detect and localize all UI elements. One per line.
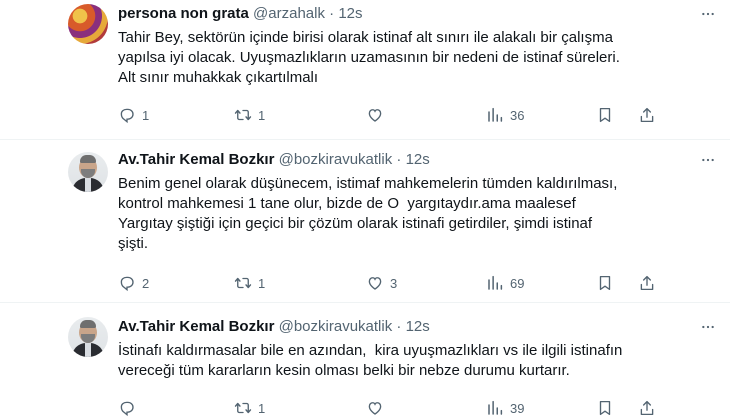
bookmark-button[interactable] <box>596 398 614 418</box>
like-count: 3 <box>390 275 398 291</box>
display-name[interactable]: Av.Tahir Kemal Bozkır <box>118 151 274 168</box>
tweet-actions: 2 1 3 69 <box>118 273 664 293</box>
timestamp[interactable]: 12s <box>406 151 430 168</box>
tweet-text: Tahir Bey, sektörün içinde birisi olarak… <box>118 29 620 86</box>
views-icon <box>486 399 504 417</box>
reply-count: 1 <box>142 107 150 123</box>
share-button[interactable] <box>638 398 656 418</box>
share-icon <box>638 106 656 124</box>
avatar[interactable] <box>68 152 108 192</box>
heart-icon <box>366 274 384 292</box>
separator-dot: · <box>329 5 335 22</box>
separator-dot: · <box>396 318 402 335</box>
tweet[interactable]: Av.Tahir Kemal Bozkır @bozkiravukatlik ·… <box>0 303 730 420</box>
share-icon <box>638 399 656 417</box>
like-button[interactable]: 3 <box>366 273 397 293</box>
view-count: 39 <box>510 400 525 416</box>
more-icon[interactable] <box>700 319 716 335</box>
display-name[interactable]: Av.Tahir Kemal Bozkır <box>118 318 274 335</box>
like-button[interactable] <box>366 398 390 418</box>
reply-icon <box>118 106 136 124</box>
avatar[interactable] <box>68 4 108 44</box>
retweet-icon <box>234 399 252 417</box>
tweet-header: Av.Tahir Kemal Bozkır @bozkiravukatlik ·… <box>118 317 430 337</box>
views-icon <box>486 274 504 292</box>
retweet-count: 1 <box>258 400 266 416</box>
tweet-header: Av.Tahir Kemal Bozkır @bozkiravukatlik ·… <box>118 150 430 170</box>
heart-icon <box>366 106 384 124</box>
views-button[interactable]: 36 <box>486 105 524 125</box>
reply-button[interactable] <box>118 398 142 418</box>
display-name[interactable]: persona non grata <box>118 5 249 22</box>
more-icon[interactable] <box>700 6 716 22</box>
bookmark-button[interactable] <box>596 273 614 293</box>
tweet-actions: 1 1 36 <box>118 105 664 125</box>
timestamp[interactable]: 12s <box>338 5 362 22</box>
bookmark-icon <box>596 399 614 417</box>
share-icon <box>638 274 656 292</box>
like-button[interactable] <box>366 105 390 125</box>
tweet-text: İstinafı kaldırmasalar bile en azından, … <box>118 342 623 379</box>
avatar[interactable] <box>68 317 108 357</box>
view-count: 36 <box>510 107 525 123</box>
retweet-count: 1 <box>258 107 266 123</box>
timestamp[interactable]: 12s <box>406 318 430 335</box>
bookmark-icon <box>596 274 614 292</box>
share-button[interactable] <box>638 273 656 293</box>
reply-button[interactable]: 2 <box>118 273 149 293</box>
retweet-icon <box>234 274 252 292</box>
views-icon <box>486 106 504 124</box>
tweet-header: persona non grata @arzahalk · 12s <box>118 4 363 24</box>
views-button[interactable]: 69 <box>486 273 524 293</box>
bookmark-icon <box>596 106 614 124</box>
tweet[interactable]: Av.Tahir Kemal Bozkır @bozkiravukatlik ·… <box>0 140 730 302</box>
separator-dot: · <box>396 151 402 168</box>
handle[interactable]: @bozkiravukatlik <box>279 151 393 168</box>
reply-count: 2 <box>142 275 150 291</box>
view-count: 69 <box>510 275 525 291</box>
retweet-button[interactable]: 1 <box>234 398 265 418</box>
bookmark-button[interactable] <box>596 105 614 125</box>
more-icon[interactable] <box>700 152 716 168</box>
reply-icon <box>118 274 136 292</box>
views-button[interactable]: 39 <box>486 398 524 418</box>
reply-button[interactable]: 1 <box>118 105 149 125</box>
handle[interactable]: @bozkiravukatlik <box>279 318 393 335</box>
handle[interactable]: @arzahalk <box>253 5 325 22</box>
heart-icon <box>366 399 384 417</box>
tweet-text: Benim genel olarak düşünecem, istimaf ma… <box>118 175 618 252</box>
tweet[interactable]: persona non grata @arzahalk · 12s Tahir … <box>0 0 730 139</box>
retweet-icon <box>234 106 252 124</box>
retweet-count: 1 <box>258 275 266 291</box>
retweet-button[interactable]: 1 <box>234 105 265 125</box>
retweet-button[interactable]: 1 <box>234 273 265 293</box>
reply-icon <box>118 399 136 417</box>
tweet-actions: 1 39 <box>118 398 664 418</box>
share-button[interactable] <box>638 105 656 125</box>
